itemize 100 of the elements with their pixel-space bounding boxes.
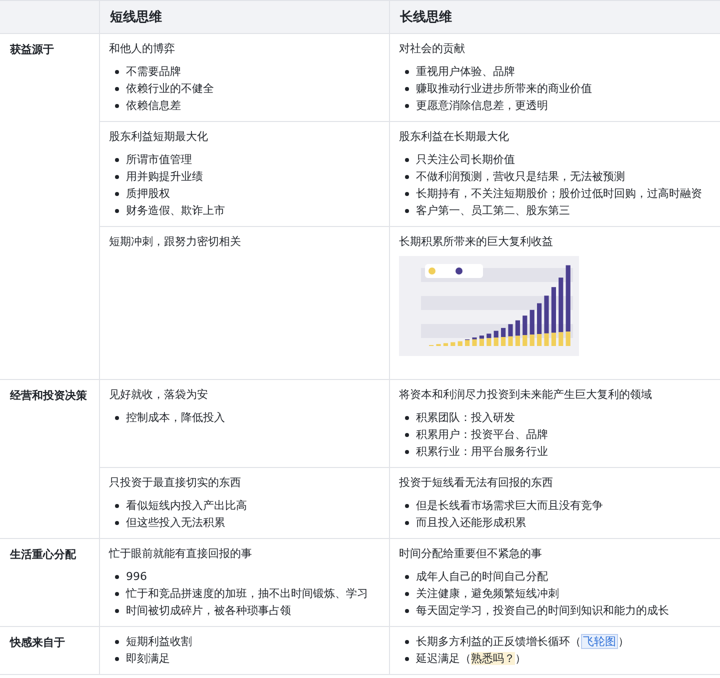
bullet-icon <box>405 450 409 454</box>
cell-heading: 股东利益短期最大化 <box>109 129 209 145</box>
bullet-icon <box>405 158 409 162</box>
chart-bar <box>443 343 448 346</box>
bullet-icon <box>115 70 119 74</box>
row-label: 快感来自于 <box>10 636 65 649</box>
bullet-icon <box>405 70 409 74</box>
list-item: 积累用户：投资平台、品牌 <box>416 427 548 443</box>
cell-heading: 和他人的博弈 <box>109 41 176 57</box>
bullet-icon <box>405 432 409 436</box>
row-label: 生活重心分配 <box>10 548 76 561</box>
chart-bar <box>522 316 528 346</box>
chart-bar <box>558 278 564 346</box>
column-header: 长线思维 <box>399 8 453 27</box>
chart-bar <box>515 320 520 346</box>
chart-bar <box>465 339 470 346</box>
chart-bar <box>494 330 498 346</box>
list-item: 长期持有，不关注短期股价；股价过低时回购，过高时融资 <box>416 186 702 202</box>
chart-bar <box>472 337 477 346</box>
chart-bar <box>479 336 484 346</box>
bullet-icon <box>115 608 119 612</box>
list-item: 看似短线内投入产出比高 <box>126 498 247 514</box>
list-item: 财务造假、欺诈上市 <box>126 203 225 219</box>
cell-heading: 投资于短线看无法有回报的东西 <box>399 475 554 491</box>
list-item: 长期多方利益的正反馈增长循环（ 飞轮图 ） <box>416 633 629 650</box>
chart-bar <box>508 324 513 346</box>
bullet-icon <box>405 104 409 108</box>
list-item: 延迟满足（熟悉吗？） <box>416 651 526 667</box>
bullet-icon <box>405 174 409 178</box>
list-item: 即刻满足 <box>126 651 170 667</box>
list-item: 更愿意消除信息差，更透明 <box>416 98 548 114</box>
list-item: 用并购提升业绩 <box>126 169 203 185</box>
list-item: 积累团队：投入研发 <box>416 410 515 426</box>
column-header: 短线思维 <box>100 1 390 33</box>
chart-bar <box>537 303 542 346</box>
list-item: 但这些投入无法积累 <box>126 515 225 531</box>
bullet-icon <box>405 208 409 212</box>
list-item: 每天固定学习，投资自己的时间到知识和能力的成长 <box>416 603 669 619</box>
list-item: 关注健康，避免频繁短线冲刺 <box>416 586 559 602</box>
list-item: 所谓市值管理 <box>126 152 192 168</box>
chart-bar <box>450 342 456 346</box>
list-item: 短期利益收割 <box>126 634 192 650</box>
bullet-icon <box>115 656 119 660</box>
list-item: 赚取推动行业进步所带来的商业价值 <box>416 81 592 97</box>
bullet-icon <box>115 640 119 644</box>
list-item: 客户第一、员工第二、股东第三 <box>416 203 570 219</box>
bullet-icon <box>115 104 119 108</box>
cell-heading: 对社会的贡献 <box>399 41 466 57</box>
list-item: 但是长线看市场需求巨大而且没有竞争 <box>416 498 603 514</box>
bullet-icon <box>115 158 119 162</box>
bullet-icon <box>115 416 119 420</box>
list-item: 控制成本，降低投入 <box>126 410 225 426</box>
bullet-icon <box>115 192 119 196</box>
cell-heading: 短期冲刺，跟努力密切相关 <box>109 234 242 250</box>
list-item: 依赖信息差 <box>126 98 181 114</box>
list-item: 只关注公司长期价值 <box>416 152 515 168</box>
cell-heading: 只投资于最直接切实的东西 <box>109 475 242 491</box>
list-item: 重视用户体验、品牌 <box>416 64 515 80</box>
list-item: 时间被切成碎片，被各种琐事占领 <box>126 603 291 619</box>
bullet-icon <box>405 574 409 578</box>
cell-heading: 忙于眼前就能有直接回报的事 <box>109 546 253 562</box>
list-item: 不需要品牌 <box>126 64 181 80</box>
bullet-icon <box>405 520 409 524</box>
bullet-icon <box>405 416 409 420</box>
bullet-icon <box>405 592 409 596</box>
bullet-icon <box>115 174 119 178</box>
list-item: 质押股权 <box>126 186 170 202</box>
chart-bar <box>501 328 506 346</box>
list-item: 而且投入还能形成积累 <box>416 515 526 531</box>
bullet-icon <box>115 574 119 578</box>
cell-heading: 将资本和利润尽力投资到未来能产生巨大复利的领域 <box>399 387 653 403</box>
bullet-icon <box>115 208 119 212</box>
chart-bar <box>486 334 492 346</box>
bullet-icon <box>405 656 409 660</box>
bullet-icon <box>115 86 119 90</box>
chart-bar <box>544 296 549 346</box>
bullet-icon <box>115 592 119 596</box>
cell-heading: 见好就收，落袋为安 <box>109 387 209 403</box>
cell-heading: 长期积累所带来的巨大复利收益 <box>399 234 554 250</box>
list-item: 依赖行业的不健全 <box>126 81 214 97</box>
bullet-icon <box>405 640 409 644</box>
cell-heading: 时间分配给重要但不紧急的事 <box>399 546 543 562</box>
chart-bar <box>551 287 556 346</box>
bullet-icon <box>115 504 119 508</box>
chart-bar <box>530 310 534 346</box>
list-item: 忙于和竞品拼速度的加班，抽不出时间锻炼、学习 <box>126 586 368 602</box>
row-label: 获益源于 <box>10 43 54 56</box>
chart-legend <box>425 264 483 278</box>
bullet-icon <box>405 86 409 90</box>
bullet-icon <box>405 192 409 196</box>
bullet-icon <box>115 520 119 524</box>
list-item: 不做利润预测，营收只是结果，无法被预测 <box>416 169 625 185</box>
link[interactable]: 飞轮图 <box>581 634 618 649</box>
list-item: 积累行业：用平台服务行业 <box>416 444 548 460</box>
list-item: 成年人自己的时间自己分配 <box>416 569 548 585</box>
row-label: 经营和投资决策 <box>10 389 87 402</box>
bullet-icon <box>405 608 409 612</box>
chart-bar <box>458 341 462 346</box>
list-item: 996 <box>126 569 147 585</box>
bullet-icon <box>405 504 409 508</box>
